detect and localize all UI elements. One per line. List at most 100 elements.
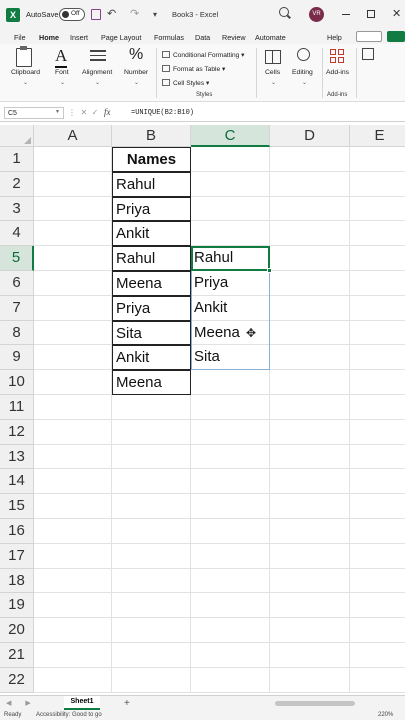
- row-header[interactable]: 19: [0, 593, 34, 619]
- cell-d22[interactable]: [270, 667, 350, 693]
- clipboard-icon[interactable]: [16, 46, 32, 67]
- cell-e14[interactable]: [350, 469, 405, 495]
- tab-file[interactable]: File: [14, 33, 26, 42]
- tab-page-layout[interactable]: Page Layout: [101, 33, 141, 42]
- cell-e18[interactable]: [350, 569, 405, 594]
- chevron-down-icon[interactable]: ⌄: [134, 79, 139, 86]
- alignment-label[interactable]: Alignment: [82, 69, 112, 76]
- cell-b12[interactable]: [112, 419, 191, 445]
- row-header[interactable]: 7: [0, 295, 34, 321]
- editing-search-icon[interactable]: [297, 48, 310, 61]
- cell-a13[interactable]: [34, 444, 112, 470]
- cells-icon[interactable]: [265, 50, 281, 64]
- cell-a5[interactable]: [34, 246, 112, 271]
- chevron-down-icon[interactable]: ⌄: [95, 79, 100, 86]
- cell-c9[interactable]: Sita: [191, 345, 270, 371]
- cell-b9[interactable]: Ankit: [112, 345, 191, 371]
- cell-c2[interactable]: [191, 171, 270, 197]
- formula-input[interactable]: =UNIQUE(B2:B10): [131, 109, 194, 117]
- cell-b1[interactable]: Names: [112, 147, 191, 172]
- tab-formulas[interactable]: Formulas: [154, 33, 184, 42]
- tab-home[interactable]: Home: [39, 33, 59, 46]
- cell-a11[interactable]: [34, 395, 112, 420]
- cell-a15[interactable]: [34, 494, 112, 519]
- cell-e20[interactable]: [350, 618, 405, 643]
- percent-icon[interactable]: %: [129, 46, 143, 64]
- cell-b4[interactable]: Ankit: [112, 221, 191, 247]
- avatar[interactable]: VR: [309, 7, 324, 22]
- cell-b15[interactable]: [112, 494, 191, 519]
- cell-d17[interactable]: [270, 543, 350, 569]
- tab-data[interactable]: Data: [195, 33, 210, 42]
- cell-c21[interactable]: [191, 643, 270, 668]
- cell-e17[interactable]: [350, 544, 405, 569]
- cell-c7[interactable]: Ankit: [191, 295, 270, 321]
- cell-d5[interactable]: [270, 246, 350, 271]
- cell-c10[interactable]: [191, 370, 270, 395]
- scrollbar-thumb[interactable]: [275, 701, 355, 706]
- cell-a12[interactable]: [34, 419, 112, 445]
- column-header-b[interactable]: B: [112, 125, 191, 147]
- cell-e5[interactable]: [350, 246, 405, 271]
- number-label[interactable]: Number: [124, 69, 148, 76]
- cell-b21[interactable]: [112, 643, 191, 668]
- cell-d16[interactable]: [270, 519, 350, 544]
- cell-e2[interactable]: [350, 172, 405, 197]
- cell-a2[interactable]: [34, 171, 112, 197]
- row-header[interactable]: 10: [0, 370, 34, 395]
- cell-a9[interactable]: [34, 345, 112, 371]
- cell-d18[interactable]: [270, 568, 350, 594]
- row-header[interactable]: 22: [0, 667, 34, 693]
- cell-e4[interactable]: [350, 221, 405, 247]
- row-header[interactable]: 5: [0, 246, 34, 271]
- column-header-e[interactable]: E: [350, 125, 405, 147]
- row-header[interactable]: 18: [0, 568, 34, 594]
- row-header[interactable]: 8: [0, 320, 34, 346]
- cell-e19[interactable]: [350, 593, 405, 619]
- horizontal-scrollbar[interactable]: [265, 700, 395, 707]
- search-icon[interactable]: [279, 7, 289, 17]
- share-button[interactable]: [387, 31, 405, 42]
- row-header[interactable]: 11: [0, 395, 34, 420]
- row-header[interactable]: 6: [0, 271, 34, 296]
- close-icon[interactable]: ✕: [392, 7, 401, 20]
- cell-a19[interactable]: [34, 593, 112, 619]
- minimize-icon[interactable]: [342, 14, 350, 15]
- chevron-down-icon[interactable]: ⌄: [23, 79, 28, 86]
- cell-e22[interactable]: [350, 668, 405, 693]
- comments-button[interactable]: [356, 31, 382, 42]
- cell-e15[interactable]: [350, 494, 405, 519]
- cell-b14[interactable]: [112, 469, 191, 495]
- font-label[interactable]: Font: [55, 69, 69, 76]
- tab-automate[interactable]: Automate: [255, 33, 286, 42]
- format-as-table-button[interactable]: Format as Table ▾: [162, 65, 225, 73]
- alignment-icon[interactable]: [90, 50, 106, 64]
- cell-styles-button[interactable]: Cell Styles ▾: [162, 79, 209, 87]
- font-icon[interactable]: A: [55, 46, 68, 68]
- cell-d14[interactable]: [270, 469, 350, 495]
- cells-label[interactable]: Cells: [265, 69, 280, 76]
- chevron-down-icon[interactable]: ⌄: [60, 79, 65, 86]
- cell-c19[interactable]: [191, 593, 270, 619]
- row-header[interactable]: 12: [0, 419, 34, 445]
- chevron-down-icon[interactable]: ⌄: [302, 79, 307, 86]
- cell-d19[interactable]: [270, 593, 350, 619]
- add-ins-label[interactable]: Add-ins: [326, 69, 349, 76]
- cell-d13[interactable]: [270, 444, 350, 470]
- row-header[interactable]: 17: [0, 543, 34, 569]
- cell-a16[interactable]: [34, 519, 112, 544]
- customize-toolbar-chevron-icon[interactable]: ▾: [153, 10, 157, 19]
- tab-insert[interactable]: Insert: [70, 33, 88, 42]
- cell-a10[interactable]: [34, 370, 112, 395]
- cell-e21[interactable]: [350, 643, 405, 668]
- cell-a4[interactable]: [34, 221, 112, 247]
- spreadsheet-grid[interactable]: A B C D E 1 Names 2 Rahul 3 Priya 4 Ankit 5 Rahul Rahul…: [0, 125, 405, 695]
- cell-c18[interactable]: [191, 568, 270, 594]
- chevron-down-icon[interactable]: ▼: [55, 109, 60, 115]
- cell-d12[interactable]: [270, 419, 350, 445]
- cell-d15[interactable]: [270, 494, 350, 519]
- cell-e7[interactable]: [350, 296, 405, 321]
- cell-c17[interactable]: [191, 543, 270, 569]
- cell-d21[interactable]: [270, 643, 350, 668]
- cell-c1[interactable]: [191, 147, 270, 172]
